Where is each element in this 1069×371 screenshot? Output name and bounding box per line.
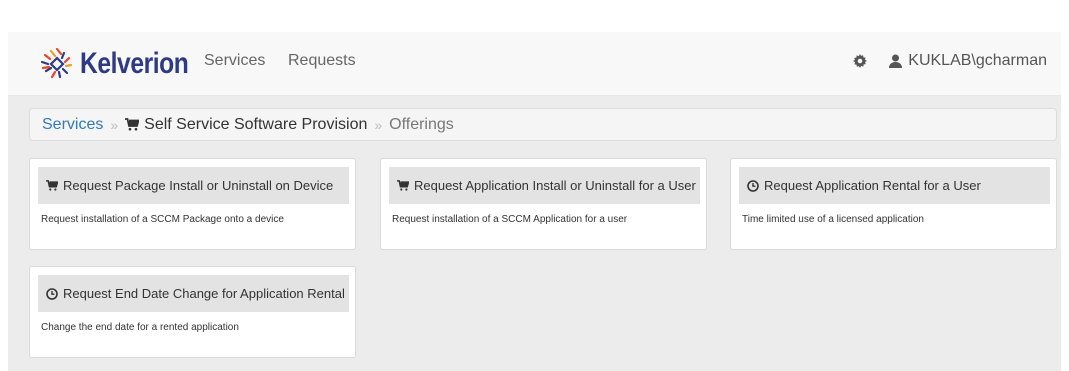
- breadcrumb-services-link[interactable]: Services: [42, 116, 103, 134]
- offering-title-button[interactable]: Request Application Rental for a User: [739, 167, 1050, 204]
- nav-requests-link[interactable]: Requests: [288, 52, 356, 70]
- offering-card[interactable]: Request End Date Change for Application …: [29, 266, 356, 358]
- brand-name: Kelverion: [80, 47, 189, 80]
- offering-title: Request Application Rental for a User: [764, 178, 981, 193]
- breadcrumb-catalog-link[interactable]: Self Service Software Provision: [125, 116, 367, 134]
- offering-card[interactable]: Request Package Install or Uninstall on …: [29, 158, 356, 250]
- main-content: Services » Self Service Software Provisi…: [8, 96, 1061, 371]
- user-menu[interactable]: KUKLAB\gcharman: [889, 52, 1047, 70]
- offering-description: Request installation of a SCCM Package o…: [41, 214, 284, 225]
- offering-card[interactable]: Request Application Rental for a User Ti…: [730, 158, 1057, 250]
- breadcrumb-catalog-label: Self Service Software Provision: [144, 115, 368, 133]
- offering-title-button[interactable]: Request Package Install or Uninstall on …: [38, 167, 349, 204]
- brand-logo[interactable]: Kelverion: [38, 44, 212, 84]
- offering-title: Request Application Install or Uninstall…: [414, 178, 696, 193]
- offering-title-button[interactable]: Request End Date Change for Application …: [38, 275, 349, 312]
- cart-icon: [46, 180, 58, 191]
- kelverion-logo-icon: [40, 47, 73, 79]
- breadcrumb: Services » Self Service Software Provisi…: [29, 108, 1057, 141]
- offering-card[interactable]: Request Application Install or Uninstall…: [380, 158, 707, 250]
- navbar-right: KUKLAB\gcharman: [853, 52, 1047, 70]
- breadcrumb-separator: »: [110, 116, 119, 133]
- offering-description: Change the end date for a rented applica…: [41, 322, 239, 333]
- user-icon: [889, 54, 903, 68]
- offering-description: Time limited use of a licensed applicati…: [742, 214, 924, 225]
- offering-title-button[interactable]: Request Application Install or Uninstall…: [389, 167, 700, 204]
- offering-description: Request installation of a SCCM Applicati…: [392, 214, 628, 225]
- nav-services-link[interactable]: Services: [204, 52, 265, 70]
- clock-icon: [46, 287, 58, 300]
- offering-title: Request Package Install or Uninstall on …: [63, 178, 334, 193]
- breadcrumb-separator: »: [374, 116, 383, 133]
- offering-title: Request End Date Change for Application …: [63, 286, 345, 301]
- top-navbar: Kelverion Services Requests KUKLAB\gchar…: [8, 32, 1061, 96]
- cart-icon: [125, 118, 140, 131]
- cart-icon: [397, 180, 409, 191]
- gear-icon[interactable]: [853, 54, 868, 68]
- breadcrumb-current: Offerings: [389, 115, 454, 133]
- user-name: KUKLAB\gcharman: [908, 52, 1047, 69]
- clock-icon: [747, 179, 759, 192]
